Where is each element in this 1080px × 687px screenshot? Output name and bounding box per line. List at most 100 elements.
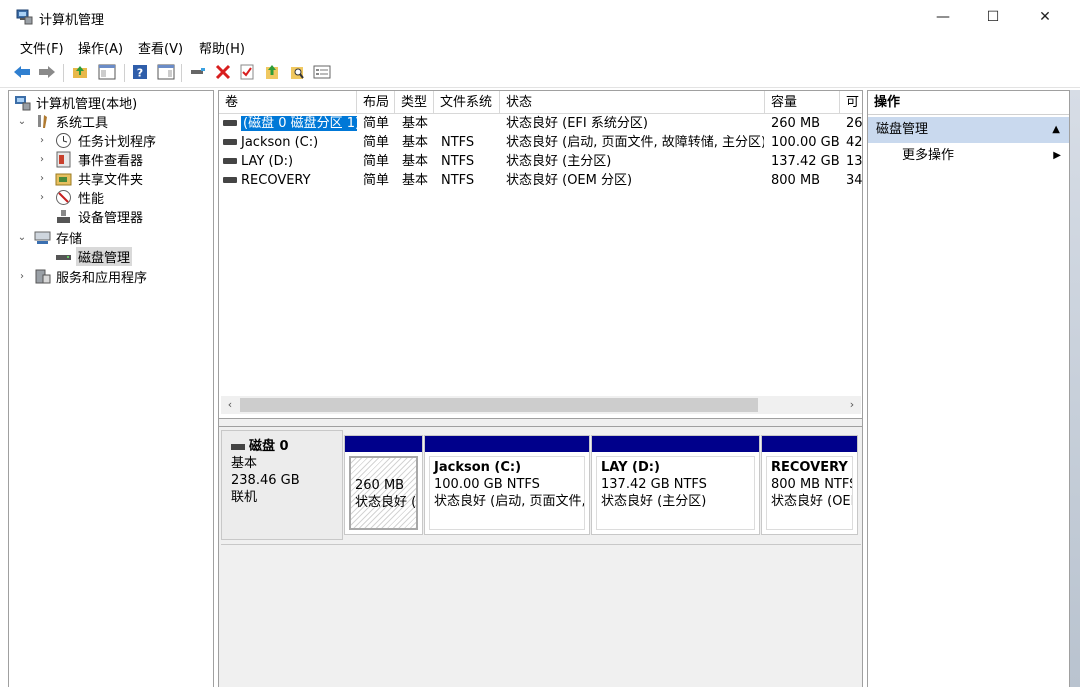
list-header: 卷 布局 类型 文件系统 状态 容量 可	[219, 91, 862, 114]
disk-info[interactable]: 磁盘 0 基本 238.46 GB 联机	[221, 430, 343, 540]
actions-header: 操作	[868, 91, 1069, 115]
action-pane-icon[interactable]	[156, 62, 176, 82]
chevron-right-icon[interactable]: ›	[16, 271, 28, 282]
table-row[interactable]: (磁盘 0 磁盘分区 1) 简单 基本 状态良好 (EFI 系统分区) 260 …	[219, 114, 862, 133]
capacity-cell: 100.00 GB	[771, 135, 840, 150]
partition-name	[355, 460, 416, 477]
more-actions-item[interactable]: 更多操作 ▶	[868, 145, 1069, 167]
minimize-button[interactable]: —	[918, 0, 968, 34]
show-hide-console-tree-icon[interactable]	[97, 62, 117, 82]
disk-icon	[231, 443, 245, 450]
disk-graph-area: 磁盘 0 基本 238.46 GB 联机 260 MB 状态良好 (I Jack…	[219, 427, 862, 687]
disk-size: 238.46 GB	[231, 473, 300, 488]
storage-icon	[34, 231, 51, 244]
tree-label: 共享文件夹	[78, 173, 144, 188]
status-cell: 状态良好 (启动, 页面文件, 故障转储, 主分区)	[506, 135, 764, 150]
tree-label: 磁盘管理	[76, 247, 133, 266]
partition-body: 260 MB 状态良好 (I	[349, 456, 418, 530]
free-cell: 42	[846, 135, 862, 150]
free-cell: 26	[846, 116, 862, 131]
column-header-capacity[interactable]: 容量	[765, 91, 840, 114]
up-folder-icon[interactable]	[70, 62, 90, 82]
back-icon[interactable]	[12, 62, 32, 82]
connect-icon[interactable]	[188, 62, 208, 82]
partition-name: LAY (D:)	[601, 460, 660, 475]
disk-type: 基本	[231, 456, 258, 471]
chevron-down-icon[interactable]: ⌄	[16, 232, 28, 243]
volume-icon	[223, 138, 237, 145]
column-header-status[interactable]: 状态	[500, 91, 765, 114]
partition-size: 100.00 GB NTFS	[434, 477, 540, 492]
table-row[interactable]: LAY (D:) 简单 基本 NTFS 状态良好 (主分区) 137.42 GB…	[219, 152, 862, 171]
chevron-down-icon[interactable]: ⌄	[16, 116, 28, 127]
device-manager-icon	[57, 210, 70, 223]
pane-splitter[interactable]	[219, 418, 862, 427]
partition-efi[interactable]: 260 MB 状态良好 (I	[344, 435, 423, 535]
folder-up-icon[interactable]	[262, 62, 282, 82]
volume-icon	[223, 176, 237, 183]
menu-help[interactable]: 帮助(H)	[199, 38, 245, 57]
horizontal-scrollbar[interactable]: ‹ ›	[221, 396, 861, 414]
filesystem-cell	[441, 115, 501, 133]
partition-bar	[592, 436, 759, 452]
layout-cell: 简单	[363, 116, 390, 131]
actions-group-disk-management[interactable]: 磁盘管理 ▲	[868, 117, 1069, 143]
chevron-right-icon[interactable]: ›	[36, 173, 48, 184]
shared-folders-icon	[55, 173, 72, 186]
type-cell: 基本	[402, 154, 429, 169]
task-scheduler-icon	[56, 133, 71, 148]
help-icon[interactable]: ?	[130, 62, 150, 82]
filesystem-cell: NTFS	[441, 135, 475, 150]
close-button[interactable]: ✕	[1020, 0, 1070, 34]
chevron-right-icon[interactable]: ›	[36, 192, 48, 203]
table-row[interactable]: RECOVERY 简单 基本 NTFS 状态良好 (OEM 分区) 800 MB…	[219, 171, 862, 190]
tree-label: 设备管理器	[78, 211, 144, 226]
chevron-right-icon[interactable]: ›	[36, 135, 48, 146]
menu-file[interactable]: 文件(F)	[20, 38, 64, 57]
table-row[interactable]: Jackson (C:) 简单 基本 NTFS 状态良好 (启动, 页面文件, …	[219, 133, 862, 152]
layout-cell: 简单	[363, 154, 390, 169]
layout-cell: 简单	[363, 135, 390, 150]
menu-action[interactable]: 操作(A)	[78, 38, 123, 57]
column-header-layout[interactable]: 布局	[357, 91, 395, 114]
partition-bar	[425, 436, 589, 452]
disk-state: 联机	[231, 490, 258, 505]
partition-name: Jackson (C:)	[434, 460, 522, 475]
status-cell: 状态良好 (OEM 分区)	[506, 173, 633, 188]
more-actions-label: 更多操作	[902, 148, 955, 163]
column-header-filesystem[interactable]: 文件系统	[434, 91, 500, 114]
check-icon[interactable]	[237, 62, 257, 82]
column-header-free[interactable]: 可	[840, 91, 862, 114]
status-cell: 状态良好 (EFI 系统分区)	[506, 116, 648, 131]
delete-icon[interactable]	[213, 62, 233, 82]
volume-icon	[223, 119, 237, 126]
title-bar: 计算机管理 — ☐ ✕	[0, 0, 1080, 34]
partition-body: LAY (D:) 137.42 GB NTFS 状态良好 (主分区)	[596, 456, 755, 530]
forward-icon[interactable]	[37, 62, 57, 82]
scroll-right-icon[interactable]: ›	[843, 396, 861, 414]
services-apps-icon	[35, 269, 51, 284]
partition-d[interactable]: LAY (D:) 137.42 GB NTFS 状态良好 (主分区)	[591, 435, 760, 535]
properties-icon[interactable]	[312, 62, 332, 82]
menu-bar: 文件(F) 操作(A) 查看(V) 帮助(H)	[0, 35, 1080, 57]
maximize-button[interactable]: ☐	[968, 0, 1018, 34]
partition-size: 800 MB NTFS	[771, 477, 853, 492]
partition-recovery[interactable]: RECOVERY 800 MB NTFS 状态良好 (OEM	[761, 435, 858, 535]
partition-size: 137.42 GB NTFS	[601, 477, 707, 492]
partition-c[interactable]: Jackson (C:) 100.00 GB NTFS 状态良好 (启动, 页面…	[424, 435, 590, 535]
computer-management-icon	[16, 9, 33, 25]
menu-view[interactable]: 查看(V)	[138, 38, 183, 57]
column-header-type[interactable]: 类型	[395, 91, 434, 114]
search-icon[interactable]	[287, 62, 307, 82]
scroll-thumb[interactable]	[240, 398, 758, 412]
collapse-up-icon[interactable]: ▲	[1052, 117, 1060, 143]
partition-size: 260 MB	[355, 478, 405, 493]
console-tree: 计算机管理(本地) ⌄ 系统工具 › 任务计划程序 › 事件查看器 › 共享文件…	[8, 90, 214, 687]
partition-name: RECOVERY	[771, 460, 848, 475]
volume-name-cell: Jackson (C:)	[223, 134, 357, 152]
submenu-arrow-icon: ▶	[1053, 150, 1061, 161]
column-header-volume[interactable]: 卷	[219, 91, 357, 114]
scroll-left-icon[interactable]: ‹	[221, 396, 239, 414]
chevron-right-icon[interactable]: ›	[36, 154, 48, 165]
volume-icon	[223, 157, 237, 164]
